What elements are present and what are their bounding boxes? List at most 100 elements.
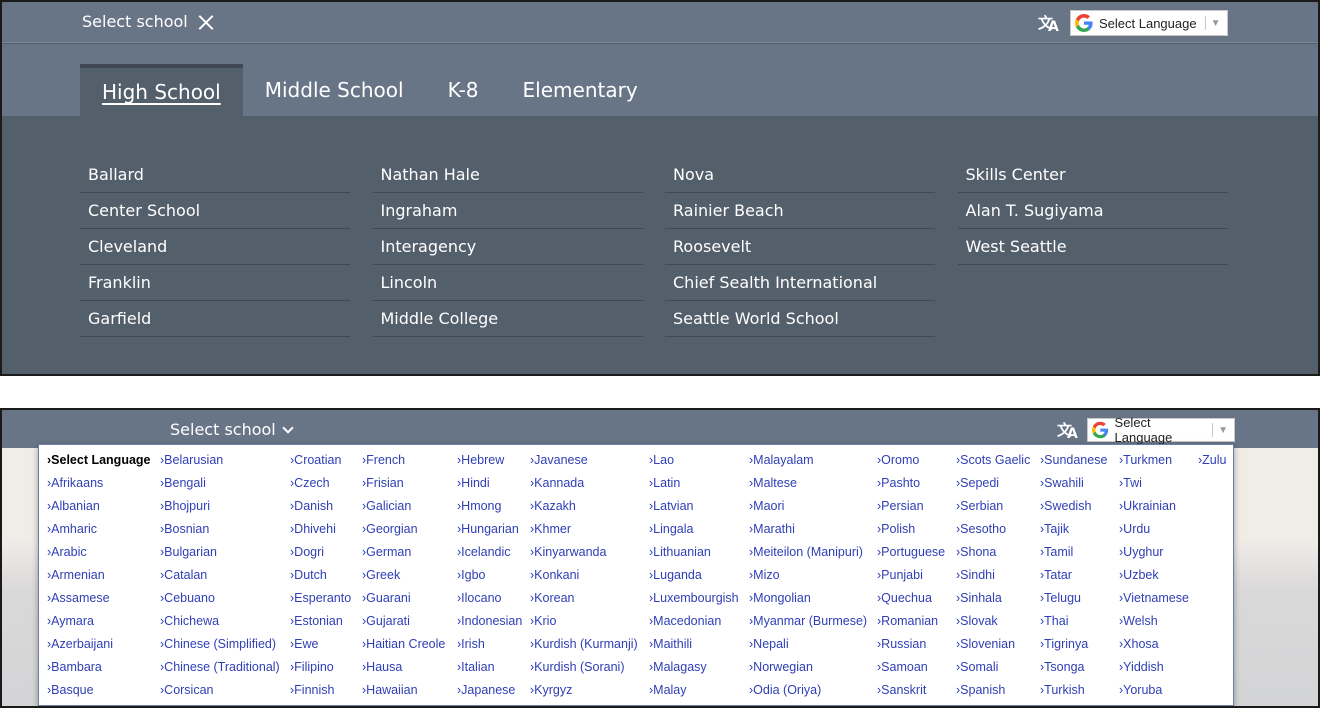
language-option[interactable]: ›Nepali bbox=[749, 637, 867, 660]
language-option[interactable]: ›Afrikaans bbox=[47, 476, 151, 499]
language-option[interactable]: ›Haitian Creole bbox=[362, 637, 445, 660]
language-option[interactable]: ›Catalan bbox=[160, 568, 280, 591]
language-option[interactable]: ›Sindhi bbox=[956, 568, 1030, 591]
language-option[interactable]: ›Quechua bbox=[877, 591, 945, 614]
school-link[interactable]: Skills Center bbox=[957, 157, 1228, 193]
language-option[interactable]: ›Malayalam bbox=[749, 453, 867, 476]
language-option[interactable]: ›Ukrainian bbox=[1119, 499, 1189, 522]
language-option[interactable]: ›Maltese bbox=[749, 476, 867, 499]
language-option[interactable]: ›Luxembourgish bbox=[649, 591, 739, 614]
language-option[interactable]: ›Somali bbox=[956, 660, 1030, 683]
language-option[interactable]: ›Dhivehi bbox=[290, 522, 351, 545]
school-link[interactable]: Roosevelt bbox=[665, 229, 935, 265]
language-option[interactable]: ›Tsonga bbox=[1040, 660, 1107, 683]
language-option[interactable]: ›Bambara bbox=[47, 660, 151, 683]
language-option[interactable]: ›Kinyarwanda bbox=[530, 545, 638, 568]
school-link[interactable]: Rainier Beach bbox=[665, 193, 935, 229]
language-option[interactable]: ›Hebrew bbox=[457, 453, 522, 476]
language-option[interactable]: ›Basque bbox=[47, 683, 151, 706]
language-option[interactable]: ›Russian bbox=[877, 637, 945, 660]
language-option[interactable]: ›Indonesian bbox=[457, 614, 522, 637]
language-option[interactable]: ›Krio bbox=[530, 614, 638, 637]
language-option[interactable]: ›Gujarati bbox=[362, 614, 445, 637]
language-option[interactable]: ›Lithuanian bbox=[649, 545, 739, 568]
google-translate-select[interactable]: Select Language ▼ bbox=[1070, 10, 1228, 36]
language-option[interactable]: ›Romanian bbox=[877, 614, 945, 637]
language-option[interactable]: ›Welsh bbox=[1119, 614, 1189, 637]
language-option[interactable]: ›Amharic bbox=[47, 522, 151, 545]
language-option[interactable]: ›Javanese bbox=[530, 453, 638, 476]
language-option-selected[interactable]: ›Select Language bbox=[47, 453, 151, 476]
language-option[interactable]: ›Samoan bbox=[877, 660, 945, 683]
language-option[interactable]: ›Latin bbox=[649, 476, 739, 499]
language-option[interactable]: ›Frisian bbox=[362, 476, 445, 499]
language-option[interactable]: ›Finnish bbox=[290, 683, 351, 706]
language-option[interactable]: ›Ewe bbox=[290, 637, 351, 660]
school-link[interactable]: Ingraham bbox=[372, 193, 643, 229]
language-option[interactable]: ›Igbo bbox=[457, 568, 522, 591]
language-option[interactable]: ›Chichewa bbox=[160, 614, 280, 637]
language-option[interactable]: ›Maori bbox=[749, 499, 867, 522]
language-option[interactable]: ›Hmong bbox=[457, 499, 522, 522]
language-option[interactable]: ›Bengali bbox=[160, 476, 280, 499]
language-option[interactable]: ›Macedonian bbox=[649, 614, 739, 637]
language-option[interactable]: ›Yoruba bbox=[1119, 683, 1189, 706]
language-option[interactable]: ›Georgian bbox=[362, 522, 445, 545]
school-link[interactable]: Chief Sealth International bbox=[665, 265, 935, 301]
language-option[interactable]: ›Tajik bbox=[1040, 522, 1107, 545]
language-option[interactable]: ›Bosnian bbox=[160, 522, 280, 545]
language-option[interactable]: ›Polish bbox=[877, 522, 945, 545]
tab-k-8[interactable]: K-8 bbox=[426, 64, 501, 116]
language-option[interactable]: ›Arabic bbox=[47, 545, 151, 568]
language-option[interactable]: ›Portuguese bbox=[877, 545, 945, 568]
school-link[interactable]: Middle College bbox=[372, 301, 643, 337]
school-link[interactable]: Franklin bbox=[80, 265, 350, 301]
language-option[interactable]: ›Lingala bbox=[649, 522, 739, 545]
language-option[interactable]: ›Uzbek bbox=[1119, 568, 1189, 591]
school-link[interactable]: Center School bbox=[80, 193, 350, 229]
language-option[interactable]: ›Scots Gaelic bbox=[956, 453, 1030, 476]
language-option[interactable]: ›Hindi bbox=[457, 476, 522, 499]
language-option[interactable]: ›Greek bbox=[362, 568, 445, 591]
school-link[interactable]: Nova bbox=[665, 157, 935, 193]
language-option[interactable]: ›Dogri bbox=[290, 545, 351, 568]
language-option[interactable]: ›Thai bbox=[1040, 614, 1107, 637]
language-option[interactable]: ›Twi bbox=[1119, 476, 1189, 499]
language-option[interactable]: ›Luganda bbox=[649, 568, 739, 591]
language-option[interactable]: ›Xhosa bbox=[1119, 637, 1189, 660]
tab-high-school[interactable]: High School bbox=[80, 64, 243, 116]
language-option[interactable]: ›Uyghur bbox=[1119, 545, 1189, 568]
tab-middle-school[interactable]: Middle School bbox=[243, 64, 426, 116]
language-option[interactable]: ›Hausa bbox=[362, 660, 445, 683]
language-option[interactable]: ›Sanskrit bbox=[877, 683, 945, 706]
close-icon[interactable] bbox=[198, 14, 214, 30]
language-option[interactable]: ›Odia (Oriya) bbox=[749, 683, 867, 706]
school-link[interactable]: Seattle World School bbox=[665, 301, 935, 337]
language-option[interactable]: ›Punjabi bbox=[877, 568, 945, 591]
language-option[interactable]: ›Latvian bbox=[649, 499, 739, 522]
language-option[interactable]: ›Swahili bbox=[1040, 476, 1107, 499]
google-translate-select[interactable]: Select Language ▼ bbox=[1087, 415, 1235, 445]
language-option[interactable]: ›Lao bbox=[649, 453, 739, 476]
language-option[interactable]: ›Czech bbox=[290, 476, 351, 499]
select-school-toggle[interactable]: Select school bbox=[82, 12, 214, 31]
tab-elementary[interactable]: Elementary bbox=[501, 64, 660, 116]
language-option[interactable]: ›Ilocano bbox=[457, 591, 522, 614]
language-option[interactable]: ›Estonian bbox=[290, 614, 351, 637]
language-option[interactable]: ›Guarani bbox=[362, 591, 445, 614]
language-option[interactable]: ›Galician bbox=[362, 499, 445, 522]
language-option[interactable]: ›Norwegian bbox=[749, 660, 867, 683]
select-school-toggle[interactable]: Select school bbox=[170, 420, 294, 439]
language-option[interactable]: ›Kurdish (Sorani) bbox=[530, 660, 638, 683]
language-option[interactable]: ›Corsican bbox=[160, 683, 280, 706]
language-option[interactable]: ›Zulu bbox=[1198, 453, 1226, 476]
language-option[interactable]: ›Kannada bbox=[530, 476, 638, 499]
language-option[interactable]: ›Irish bbox=[457, 637, 522, 660]
school-link[interactable]: West Seattle bbox=[957, 229, 1228, 265]
language-option[interactable]: ›Hungarian bbox=[457, 522, 522, 545]
language-option[interactable]: ›Maithili bbox=[649, 637, 739, 660]
language-option[interactable]: ›Icelandic bbox=[457, 545, 522, 568]
language-option[interactable]: ›Khmer bbox=[530, 522, 638, 545]
language-option[interactable]: ›Marathi bbox=[749, 522, 867, 545]
language-option[interactable]: ›Kurdish (Kurmanji) bbox=[530, 637, 638, 660]
